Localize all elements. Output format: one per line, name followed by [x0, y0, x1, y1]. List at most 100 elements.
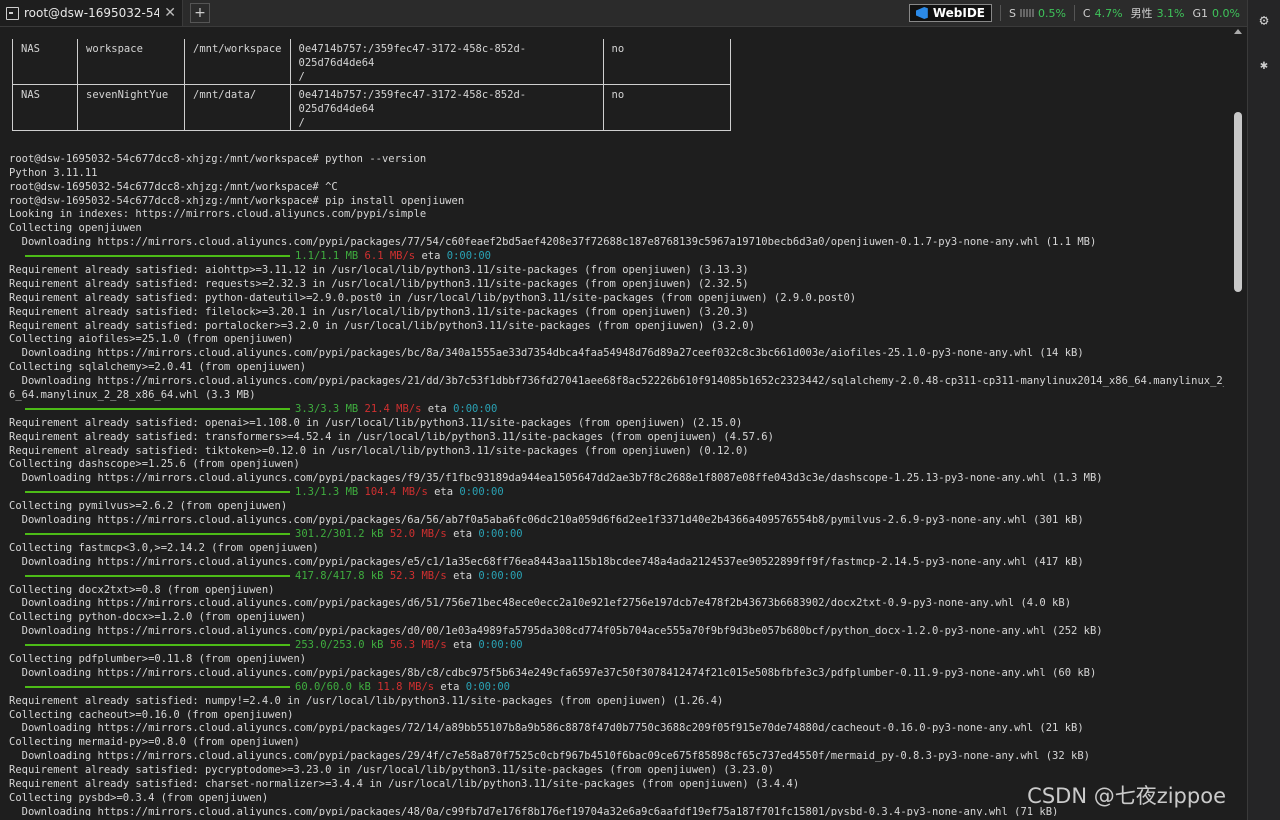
scroll-thumb[interactable] [1234, 112, 1242, 292]
add-tab-button[interactable]: + [190, 3, 210, 23]
nas-id-cell: 0e4714b757:/359fec47-3172-458c-852d-025d… [289, 84, 604, 131]
progress-line: 60.0/60.0 kB 11.8 MB/s eta 0:00:00 [9, 681, 1224, 695]
gpu-label: G1 [1192, 6, 1209, 20]
terminal-line: Requirement already satisfied: python-da… [9, 291, 857, 304]
terminal-line: Requirement already satisfied: requests>… [9, 277, 749, 290]
terminal-scrollbar[interactable] [1231, 27, 1245, 816]
download-size: 1.3/1.3 MB [295, 486, 359, 499]
terminal-lines: root@dsw-1695032-54c677dcc8-xhjzg:/mnt/w… [9, 139, 1224, 816]
nas-type-cell: NAS [12, 39, 78, 85]
terminal-line: root@dsw-1695032-54c677dcc8-xhjzg:/mnt/w… [9, 152, 427, 165]
nas-readonly-cell: no [602, 84, 731, 131]
terminal-line: root@dsw-1695032-54c677dcc8-xhjzg:/mnt/w… [9, 180, 338, 193]
terminal-line: Collecting dashscope>=1.25.6 (from openj… [9, 458, 300, 471]
eta-value: 0:00:00 [459, 486, 504, 499]
divider [999, 5, 1001, 21]
terminal-line: Requirement already satisfied: portalock… [9, 319, 755, 332]
progress-bar [25, 491, 290, 494]
progress-bar [25, 255, 290, 258]
side-panel: ⚙ ✱ [1247, 0, 1280, 820]
download-size: 60.0/60.0 kB [295, 680, 371, 693]
table-row: NAS sevenNightYue/mnt/data/0e4714b757:/35… [12, 84, 731, 131]
progress-line: 417.8/417.8 kB 52.3 MB/s eta 0:00:00 [9, 570, 1224, 584]
nas-table: NAS workspace/mnt/workspace 0e4714b757:/35… [12, 39, 731, 131]
terminal-line: Downloading https://mirrors.cloud.aliyun… [9, 666, 1097, 679]
nas-name-cell: workspace [77, 39, 185, 85]
terminal-line: Collecting sqlalchemy>=2.0.41 (from open… [9, 361, 307, 374]
cpu-label: C [1082, 6, 1091, 20]
eta-label: eta [434, 486, 454, 499]
gear-icon[interactable]: ⚙ [1256, 12, 1272, 28]
progress-bar [25, 574, 290, 577]
vscode-icon [915, 7, 928, 19]
eta-label: eta [440, 680, 460, 693]
eta-label: eta [453, 639, 473, 652]
nas-type-cell: NAS [12, 84, 78, 131]
storage-bars-icon [1019, 9, 1034, 17]
eta-value: 0:00:00 [478, 639, 523, 652]
memory-value: 3.1% [1156, 6, 1185, 20]
progress-bar [25, 685, 290, 688]
eta-label: eta [427, 402, 447, 415]
download-speed: 104.4 MB/s [364, 486, 428, 499]
terminal-line: Collecting mermaid-py>=0.8.0 (from openj… [9, 736, 300, 749]
download-speed: 11.8 MB/s [377, 680, 435, 693]
terminal-line: Requirement already satisfied: filelock>… [9, 305, 749, 318]
watermark: CSDN @七夜zippoe [1027, 784, 1226, 808]
download-speed: 52.3 MB/s [389, 569, 447, 582]
storage-label: S [1008, 6, 1016, 20]
terminal-output[interactable]: NAS workspace/mnt/workspace 0e4714b757:/35… [0, 27, 1230, 816]
terminal-line: Looking in indexes: https://mirrors.clou… [9, 208, 427, 221]
terminal-line: Collecting pymilvus>=2.6.2 (from openjiu… [9, 500, 288, 513]
terminal-line: Downloading https://mirrors.cloud.aliyun… [9, 722, 1084, 735]
terminal-line: root@dsw-1695032-54c677dcc8-xhjzg:/mnt/w… [9, 194, 465, 207]
storage-metric: S 0.5% [1009, 7, 1066, 20]
progress-line: 1.3/1.3 MB 104.4 MB/s eta 0:00:00 [9, 486, 1224, 500]
terminal-line: 6_64.manylinux_2_28_x86_64.whl (3.3 MB) [9, 389, 256, 402]
terminal-line: Collecting aiofiles>=25.1.0 (from openji… [9, 333, 294, 346]
download-speed: 52.0 MB/s [389, 527, 447, 540]
memory-metric: 男性 3.1% [1131, 5, 1185, 21]
terminal-line: Downloading https://mirrors.cloud.aliyun… [9, 375, 1224, 388]
download-speed: 56.3 MB/s [389, 639, 447, 652]
divider [1073, 5, 1075, 21]
cpu-metric: C 4.7% [1083, 7, 1123, 20]
progress-bar [25, 532, 290, 535]
progress-line: 301.2/301.2 kB 52.0 MB/s eta 0:00:00 [9, 528, 1224, 542]
memory-label: 男性 [1130, 7, 1153, 20]
progress-line: 3.3/3.3 MB 21.4 MB/s eta 0:00:00 [9, 403, 1224, 417]
nas-id-cell: 0e4714b757:/359fec47-3172-458c-852d-025d… [289, 39, 604, 85]
terminal-line: Requirement already satisfied: pycryptod… [9, 764, 774, 777]
progress-bar [25, 644, 290, 647]
nas-name-cell: sevenNightYue [77, 84, 185, 131]
scroll-up-icon[interactable] [1234, 29, 1242, 34]
terminal-line: Collecting pdfplumber>=0.11.8 (from open… [9, 652, 307, 665]
terminal-line: Requirement already satisfied: transform… [9, 430, 774, 443]
webide-button[interactable]: WebIDE [908, 4, 992, 22]
nas-path-cell: /mnt/data/ [184, 84, 291, 131]
terminal-line: Requirement already satisfied: openai>=1… [9, 416, 743, 429]
terminal-line: Collecting docx2txt>=0.8 (from openjiuwe… [9, 583, 275, 596]
terminal-line: Downloading https://mirrors.cloud.aliyun… [9, 625, 1103, 638]
close-icon[interactable]: ✕ [164, 5, 176, 21]
eta-label: eta [421, 250, 441, 263]
download-size: 3.3/3.3 MB [295, 402, 359, 415]
eta-value: 0:00:00 [478, 527, 523, 540]
terminal-line: Downloading https://mirrors.cloud.aliyun… [9, 750, 1090, 763]
terminal-line: Collecting fastmcp<3.0,>=2.14.2 (from op… [9, 541, 319, 554]
bug-icon[interactable]: ✱ [1256, 58, 1272, 74]
terminal-icon [6, 6, 19, 20]
eta-value: 0:00:00 [453, 402, 498, 415]
terminal-line: Downloading https://mirrors.cloud.aliyun… [9, 597, 1072, 610]
eta-value: 0:00:00 [465, 680, 510, 693]
download-size: 417.8/417.8 kB [295, 569, 384, 582]
terminal-tab[interactable]: root@dsw-1695032-54C677I ✕ [0, 0, 183, 26]
terminal-line: Requirement already satisfied: aiohttp>=… [9, 264, 749, 277]
terminal-line: Downloading https://mirrors.cloud.aliyun… [9, 347, 1084, 360]
terminal-line: Requirement already satisfied: tiktoken>… [9, 444, 749, 457]
terminal-line: Downloading https://mirrors.cloud.aliyun… [9, 472, 1103, 485]
terminal-line: Downloading https://mirrors.cloud.aliyun… [9, 555, 1084, 568]
terminal-line: Collecting openjiuwen [9, 222, 142, 235]
terminal-line: Collecting python-docx>=1.2.0 (from open… [9, 611, 307, 624]
